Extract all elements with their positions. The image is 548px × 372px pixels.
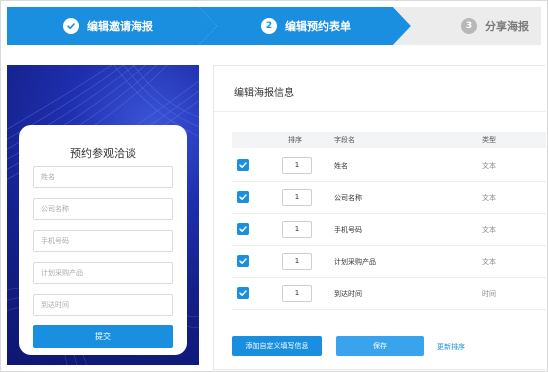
order-input[interactable]: 1 <box>282 157 312 174</box>
column-order: 排序 <box>288 136 302 144</box>
check-icon <box>239 226 247 232</box>
step-label: 编辑邀请海报 <box>87 20 153 33</box>
field-name: 到达时间 <box>334 290 362 298</box>
field-type: 文本 <box>482 258 496 266</box>
app-frame: 编辑邀请海报 2 编辑预约表单 3 分享海报 预约参观洽谈 姓名 公司名称 手机… <box>0 0 548 372</box>
table-row: 1 到达时间 时间 <box>232 278 546 310</box>
field-name: 计划采购产品 <box>334 258 376 266</box>
add-custom-info-button[interactable]: 添加自定义填写信息 <box>232 336 322 356</box>
field-type: 文本 <box>482 162 496 170</box>
step-progress-bar: 编辑邀请海报 2 编辑预约表单 3 分享海报 <box>7 7 541 45</box>
order-input[interactable]: 1 <box>282 221 312 238</box>
order-input[interactable]: 1 <box>282 285 312 302</box>
update-sort-link[interactable]: 更新排序 <box>437 342 465 352</box>
order-input[interactable]: 1 <box>282 189 312 206</box>
table-header: 排序 字段名 类型 <box>232 132 546 148</box>
row-checkbox[interactable] <box>237 255 249 267</box>
table-row: 1 公司名称 文本 <box>232 182 546 214</box>
poster-info-panel: 编辑海报信息 排序 字段名 类型 1 姓名 文本 1 公司名称 文本 1 手机号… <box>213 65 546 370</box>
divider <box>214 111 546 112</box>
check-icon <box>63 18 79 34</box>
save-button[interactable]: 保存 <box>336 336 424 356</box>
check-icon <box>239 290 247 296</box>
step-number: 2 <box>261 18 277 34</box>
field-name: 公司名称 <box>334 194 362 202</box>
table-row: 1 手机号码 文本 <box>232 214 546 246</box>
name-field[interactable]: 姓名 <box>33 166 173 188</box>
poster-booking-form: 预约参观洽谈 姓名 公司名称 手机号码 计划采购产品 到达时间 提交 <box>19 125 187 355</box>
field-name: 姓名 <box>334 162 348 170</box>
table-row: 1 计划采购产品 文本 <box>232 246 546 278</box>
row-checkbox[interactable] <box>237 159 249 171</box>
order-input[interactable]: 1 <box>282 253 312 270</box>
field-type: 文本 <box>482 194 496 202</box>
check-icon <box>239 194 247 200</box>
submit-button[interactable]: 提交 <box>33 325 173 348</box>
phone-field[interactable]: 手机号码 <box>33 230 173 252</box>
purchase-product-field[interactable]: 计划采购产品 <box>33 262 173 284</box>
step-label: 分享海报 <box>485 20 529 33</box>
table-row: 1 姓名 文本 <box>232 150 546 182</box>
field-type: 时间 <box>482 290 496 298</box>
row-checkbox[interactable] <box>237 287 249 299</box>
step-edit-booking-form[interactable]: 2 编辑预约表单 <box>199 7 411 45</box>
step-edit-invite-poster[interactable]: 编辑邀请海报 <box>7 7 217 45</box>
row-checkbox[interactable] <box>237 223 249 235</box>
step-label: 编辑预约表单 <box>285 20 351 33</box>
form-title: 预约参观洽谈 <box>70 147 136 160</box>
step-number: 3 <box>461 18 477 34</box>
company-field[interactable]: 公司名称 <box>33 198 173 220</box>
field-type: 文本 <box>482 226 496 234</box>
column-field-name: 字段名 <box>334 136 355 144</box>
step-share-poster[interactable]: 3 分享海报 <box>393 7 541 45</box>
panel-title: 编辑海报信息 <box>234 88 294 99</box>
check-icon <box>239 258 247 264</box>
check-icon <box>239 162 247 168</box>
arrival-time-field[interactable]: 到达时间 <box>33 294 173 316</box>
field-name: 手机号码 <box>334 226 362 234</box>
column-type: 类型 <box>482 136 496 144</box>
row-checkbox[interactable] <box>237 191 249 203</box>
